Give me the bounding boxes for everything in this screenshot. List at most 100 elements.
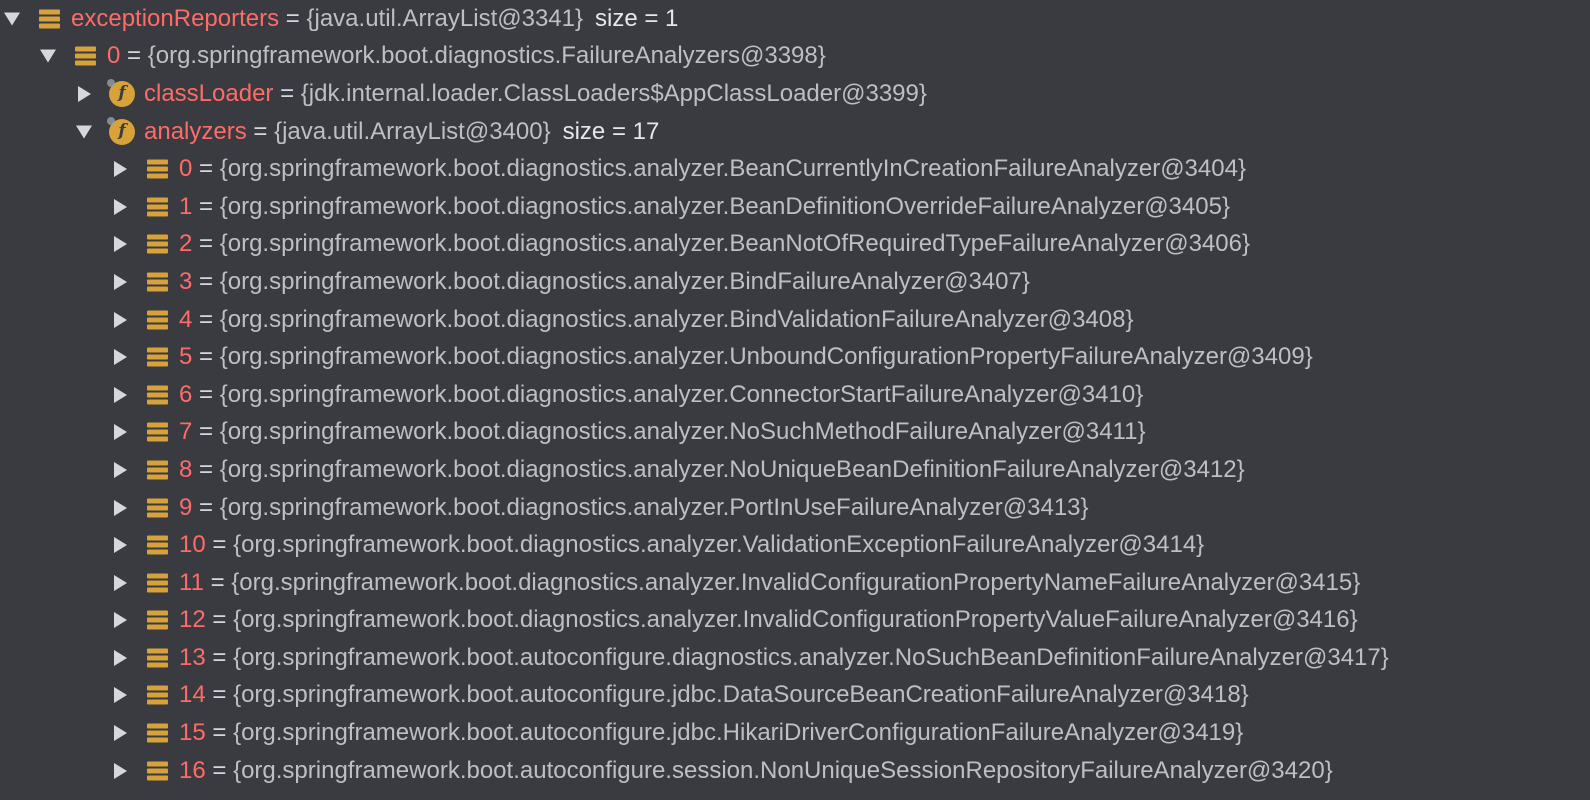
collapse-arrow-icon[interactable]	[40, 49, 56, 63]
row-text: 5 = {org.springframework.boot.diagnostic…	[179, 345, 1313, 369]
tree-row[interactable]: 11 = {org.springframework.boot.diagnosti…	[0, 564, 1590, 602]
tree-row[interactable]: 6 = {org.springframework.boot.diagnostic…	[0, 376, 1590, 414]
tree-row[interactable]: f analyzers = {java.util.ArrayList@3400} …	[0, 113, 1590, 151]
variable-value: {org.springframework.boot.autoconfigure.…	[233, 756, 1333, 784]
variable-value: {org.springframework.boot.autoconfigure.…	[233, 681, 1249, 709]
tree-row[interactable]: 15 = {org.springframework.boot.autoconfi…	[0, 714, 1590, 752]
expand-arrow-icon[interactable]	[114, 499, 127, 516]
row-text: exceptionReporters = {java.util.ArrayLis…	[71, 4, 679, 32]
row-text: 10 = {org.springframework.boot.diagnosti…	[179, 533, 1204, 557]
variable-name: exceptionReporters	[71, 4, 280, 32]
list-icon	[147, 422, 168, 442]
collection-size: size = 1	[595, 4, 679, 32]
list-icon	[147, 460, 168, 480]
expand-arrow-icon[interactable]	[114, 687, 127, 704]
expand-arrow-icon[interactable]	[114, 725, 127, 742]
equals-sign: =	[205, 719, 234, 747]
expand-arrow-icon[interactable]	[114, 198, 127, 215]
list-icon	[147, 498, 168, 518]
variable-value: {org.springframework.boot.diagnostics.an…	[219, 418, 1146, 446]
variable-name: 12	[179, 606, 206, 634]
tree-row[interactable]: 7 = {org.springframework.boot.diagnostic…	[0, 414, 1590, 452]
collapse-arrow-icon[interactable]	[76, 125, 92, 139]
expand-arrow-icon[interactable]	[114, 349, 127, 366]
expand-arrow-icon[interactable]	[114, 649, 127, 666]
expand-arrow-icon[interactable]	[114, 273, 127, 290]
collapse-arrow-icon[interactable]	[4, 12, 20, 26]
tree-row[interactable]: 14 = {org.springframework.boot.autoconfi…	[0, 677, 1590, 715]
list-icon	[39, 9, 60, 29]
list-icon	[147, 535, 168, 555]
tree-row[interactable]: 5 = {org.springframework.boot.diagnostic…	[0, 338, 1590, 376]
equals-sign: =	[192, 305, 220, 333]
variable-name: 9	[179, 493, 193, 521]
variable-value: {org.springframework.boot.diagnostics.an…	[219, 155, 1246, 183]
variable-name: 1	[179, 192, 193, 220]
row-text: 2 = {org.springframework.boot.diagnostic…	[179, 232, 1250, 256]
variable-value: {org.springframework.boot.diagnostics.an…	[219, 380, 1144, 408]
expand-arrow-icon[interactable]	[114, 537, 127, 554]
variable-value: {org.springframework.boot.diagnostics.an…	[219, 230, 1250, 258]
variable-name: analyzers	[144, 117, 247, 145]
expand-arrow-icon[interactable]	[114, 762, 127, 779]
list-icon	[147, 573, 168, 593]
row-text: classLoader = {jdk.internal.loader.Class…	[144, 79, 927, 107]
tree-row[interactable]: 8 = {org.springframework.boot.diagnostic…	[0, 451, 1590, 489]
tree-row[interactable]: 12 = {org.springframework.boot.diagnosti…	[0, 602, 1590, 640]
expand-arrow-icon[interactable]	[114, 574, 127, 591]
list-icon	[147, 610, 168, 630]
tree-row[interactable]: 13 = {org.springframework.boot.autoconfi…	[0, 639, 1590, 677]
expand-arrow-icon[interactable]	[114, 161, 127, 178]
variable-value: {org.springframework.boot.diagnostics.an…	[219, 192, 1230, 220]
tree-row[interactable]: 16 = {org.springframework.boot.autoconfi…	[0, 752, 1590, 790]
list-icon	[147, 761, 168, 781]
variable-value: {org.springframework.boot.autoconfigure.…	[233, 643, 1389, 671]
row-text: 11 = {org.springframework.boot.diagnosti…	[179, 568, 1360, 596]
expand-arrow-icon[interactable]	[114, 311, 127, 328]
tree-row[interactable]: f classLoader = {jdk.internal.loader.Clas…	[0, 75, 1590, 113]
tree-row[interactable]: 9 = {org.springframework.boot.diagnostic…	[0, 489, 1590, 527]
row-text: 12 = {org.springframework.boot.diagnosti…	[179, 608, 1358, 632]
field-icon: f	[107, 78, 135, 107]
row-text: 7 = {org.springframework.boot.diagnostic…	[179, 420, 1145, 444]
tree-row[interactable]: 10 = {org.springframework.boot.diagnosti…	[0, 526, 1590, 564]
tree-row[interactable]: 3 = {org.springframework.boot.diagnostic…	[0, 263, 1590, 301]
equals-sign: =	[205, 681, 234, 709]
expand-arrow-icon[interactable]	[114, 612, 127, 629]
expand-arrow-icon[interactable]	[114, 461, 127, 478]
variable-name: 0	[107, 42, 121, 70]
variable-name: 2	[179, 230, 193, 258]
equals-sign: =	[192, 192, 220, 220]
variable-name: 11	[179, 568, 204, 596]
equals-sign: =	[246, 117, 275, 145]
variable-name: 7	[179, 418, 193, 446]
tree-row[interactable]: exceptionReporters = {java.util.ArrayLis…	[0, 0, 1590, 38]
equals-sign: =	[205, 643, 234, 671]
row-text: 8 = {org.springframework.boot.diagnostic…	[179, 455, 1245, 483]
tree-row[interactable]: 0 = {org.springframework.boot.diagnostic…	[0, 38, 1590, 76]
row-text: 0 = {org.springframework.boot.diagnostic…	[107, 44, 826, 68]
equals-sign: =	[273, 79, 301, 107]
row-text: analyzers = {java.util.ArrayList@3400} s…	[144, 117, 659, 145]
row-text: 4 = {org.springframework.boot.diagnostic…	[179, 305, 1134, 333]
expand-arrow-icon[interactable]	[114, 386, 127, 403]
variable-value: {org.springframework.boot.diagnostics.an…	[233, 531, 1205, 559]
expand-arrow-icon[interactable]	[114, 236, 127, 253]
expand-arrow-icon[interactable]	[114, 424, 127, 441]
expand-arrow-icon[interactable]	[78, 85, 91, 102]
list-icon	[147, 685, 168, 705]
variable-value: {org.springframework.boot.diagnostics.an…	[219, 267, 1030, 295]
tree-row[interactable]: 4 = {org.springframework.boot.diagnostic…	[0, 301, 1590, 339]
variable-value: {org.springframework.boot.diagnostics.an…	[233, 606, 1358, 634]
tree-row[interactable]: 2 = {org.springframework.boot.diagnostic…	[0, 226, 1590, 264]
variable-name: 8	[179, 455, 193, 483]
equals-sign: =	[205, 606, 234, 634]
variables-tree: exceptionReporters = {java.util.ArrayLis…	[0, 0, 1590, 789]
tree-row[interactable]: 1 = {org.springframework.boot.diagnostic…	[0, 188, 1590, 226]
list-icon	[147, 347, 168, 367]
row-text: 14 = {org.springframework.boot.autoconfi…	[179, 683, 1249, 707]
list-icon	[147, 197, 168, 217]
list-icon	[147, 648, 168, 668]
equals-sign: =	[192, 155, 220, 183]
tree-row[interactable]: 0 = {org.springframework.boot.diagnostic…	[0, 150, 1590, 188]
